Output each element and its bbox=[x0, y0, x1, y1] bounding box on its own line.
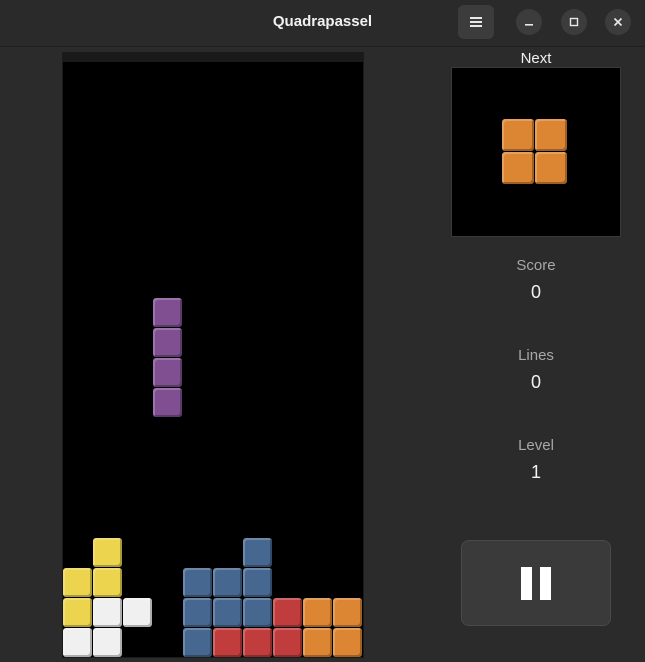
level-value: 1 bbox=[530, 462, 541, 482]
hamburger-menu-icon bbox=[470, 17, 482, 27]
locked-block bbox=[213, 568, 242, 597]
close-icon bbox=[613, 17, 623, 27]
board-top-edge bbox=[62, 52, 364, 62]
next-piece-block bbox=[535, 152, 567, 184]
score-label: Score bbox=[516, 257, 556, 274]
next-piece-preview bbox=[451, 67, 621, 237]
locked-block bbox=[93, 568, 122, 597]
lines-label: Lines bbox=[518, 347, 554, 364]
score-value: 0 bbox=[530, 282, 541, 302]
locked-block bbox=[183, 598, 212, 627]
locked-block bbox=[243, 628, 272, 657]
lines-value: 0 bbox=[530, 372, 541, 392]
locked-block bbox=[123, 598, 152, 627]
falling-piece-block bbox=[153, 358, 182, 387]
next-piece-block bbox=[535, 119, 567, 151]
falling-piece-block bbox=[153, 328, 182, 357]
maximize-icon bbox=[569, 17, 579, 27]
minimize-button[interactable] bbox=[516, 9, 542, 35]
pause-icon bbox=[517, 566, 555, 600]
window-title: Quadrapassel bbox=[272, 13, 373, 30]
locked-block bbox=[213, 598, 242, 627]
falling-piece-block bbox=[153, 298, 182, 327]
title-bar: Quadrapassel bbox=[0, 0, 645, 47]
locked-block bbox=[93, 538, 122, 567]
locked-block bbox=[243, 568, 272, 597]
next-piece-block bbox=[502, 152, 534, 184]
locked-block bbox=[273, 598, 302, 627]
minimize-icon bbox=[525, 24, 533, 26]
locked-block bbox=[303, 598, 332, 627]
falling-piece-block bbox=[153, 388, 182, 417]
locked-block bbox=[93, 598, 122, 627]
next-piece-block bbox=[502, 119, 534, 151]
locked-block bbox=[183, 628, 212, 657]
close-button[interactable] bbox=[605, 9, 631, 35]
locked-block bbox=[63, 598, 92, 627]
pause-button[interactable] bbox=[461, 540, 611, 626]
locked-block bbox=[213, 628, 242, 657]
maximize-button[interactable] bbox=[561, 9, 587, 35]
locked-block bbox=[63, 628, 92, 657]
game-board[interactable] bbox=[62, 52, 364, 658]
locked-block bbox=[303, 628, 332, 657]
locked-block bbox=[243, 538, 272, 567]
locked-block bbox=[183, 568, 212, 597]
locked-block bbox=[93, 628, 122, 657]
level-label: Level bbox=[518, 437, 554, 454]
locked-block bbox=[63, 568, 92, 597]
locked-block bbox=[243, 598, 272, 627]
main-menu-button[interactable] bbox=[458, 5, 494, 39]
locked-block bbox=[333, 628, 362, 657]
locked-block bbox=[333, 598, 362, 627]
locked-block bbox=[273, 628, 302, 657]
next-piece-label: Next bbox=[520, 50, 552, 67]
